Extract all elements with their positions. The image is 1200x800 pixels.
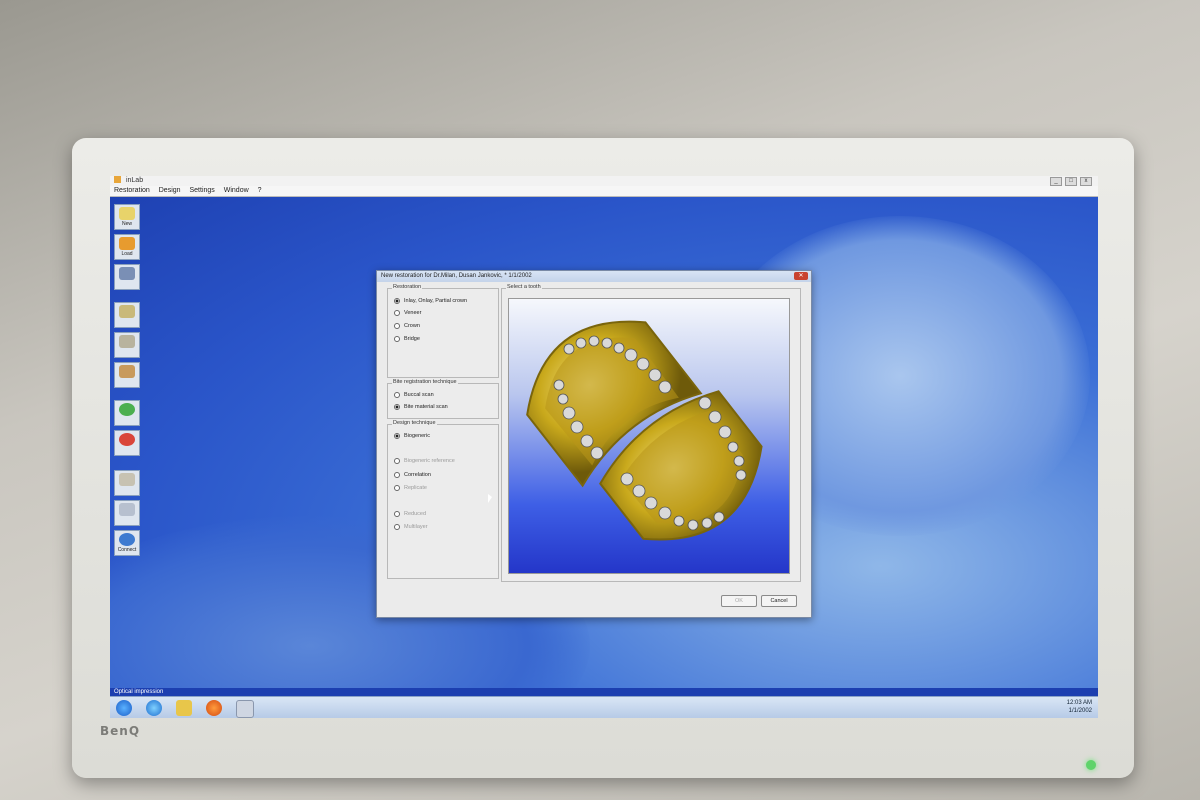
radio-biogeneric[interactable]: Biogeneric	[394, 433, 430, 439]
tool-button[interactable]	[114, 470, 140, 496]
save-button[interactable]	[114, 264, 140, 290]
radio-indicator	[394, 323, 400, 329]
tooth-model-viewport[interactable]	[508, 298, 790, 574]
radio-indicator	[394, 310, 400, 316]
select-tooth-legend: Select a tooth	[506, 284, 542, 290]
ok-button[interactable]: OK	[721, 595, 757, 607]
tooth-icon	[119, 365, 135, 378]
tool-button[interactable]	[114, 302, 140, 328]
radio-indicator	[394, 433, 400, 439]
media-player-icon[interactable]	[206, 700, 222, 716]
new-restoration-dialog: New restoration for Dr.Milan, Dusan Jank…	[376, 270, 812, 618]
disk-icon	[119, 267, 135, 280]
radio-indicator	[394, 511, 400, 517]
radio-indicator	[394, 298, 400, 304]
radio-indicator	[394, 472, 400, 478]
start-button[interactable]	[116, 700, 132, 716]
folder-icon	[119, 237, 135, 250]
jaw-model	[526, 320, 763, 541]
radio-indicator	[394, 485, 400, 491]
radio-replicate[interactable]: Replicate	[394, 485, 427, 491]
left-toolbar: New Load Connect	[112, 198, 142, 698]
inlab-taskbar-icon[interactable]	[236, 700, 254, 718]
restoration-legend: Restoration	[392, 284, 423, 290]
screen: inLab _ □ x Restoration Design Settings …	[110, 176, 1098, 718]
bite-registration-group: Bite registration technique Buccal scan …	[387, 379, 499, 419]
system-tray: 12:03 AM 1/1/2002	[1067, 699, 1092, 715]
forward-button[interactable]	[114, 400, 140, 426]
back-button[interactable]	[114, 430, 140, 456]
app-title: inLab	[125, 177, 144, 184]
app-titlebar: inLab _ □ x	[110, 176, 1098, 186]
tooth-icon	[119, 305, 135, 318]
radio-correlation[interactable]: Correlation	[394, 472, 431, 478]
design-technique-group: Design technique Biogeneric Biogeneric r…	[387, 420, 499, 579]
radio-buccal-scan[interactable]: Buccal scan	[394, 392, 434, 398]
dialog-title-bar: New restoration for Dr.Milan, Dusan Jank…	[377, 271, 811, 282]
tray-time[interactable]: 12:03 AM	[1067, 699, 1092, 707]
menu-restoration[interactable]: Restoration	[114, 187, 150, 194]
mouse-cursor	[488, 494, 492, 503]
globe-icon	[119, 533, 135, 546]
menu-bar: Restoration Design Settings Window ?	[110, 186, 1098, 197]
power-led	[1086, 760, 1096, 770]
radio-indicator	[394, 524, 400, 530]
bite-legend: Bite registration technique	[392, 379, 458, 385]
window-icon	[119, 503, 135, 516]
close-button[interactable]: x	[1080, 177, 1092, 186]
radio-bridge[interactable]: Bridge	[394, 336, 420, 342]
design-legend: Design technique	[392, 420, 437, 426]
menu-settings[interactable]: Settings	[190, 187, 215, 194]
radio-indicator	[394, 404, 400, 410]
connect-button[interactable]: Connect	[114, 530, 140, 556]
taskbar: 12:03 AM 1/1/2002	[110, 696, 1098, 718]
radio-bite-material-scan[interactable]: Bite material scan	[394, 404, 448, 410]
tooth-icon	[119, 335, 135, 348]
monitor-brand: BenQ	[100, 724, 141, 738]
radio-indicator	[394, 336, 400, 342]
radio-crown[interactable]: Crown	[394, 323, 420, 329]
radio-biogeneric-reference[interactable]: Biogeneric reference	[394, 458, 455, 464]
tool-button[interactable]	[114, 362, 140, 388]
load-button[interactable]: Load	[114, 234, 140, 260]
minimize-button[interactable]: _	[1050, 177, 1062, 186]
menu-window[interactable]: Window	[224, 187, 249, 194]
folder-icon[interactable]	[176, 700, 192, 716]
status-text: Optical impression	[114, 689, 164, 695]
new-button[interactable]: New	[114, 204, 140, 230]
tool-button[interactable]	[114, 500, 140, 526]
radio-indicator	[394, 458, 400, 464]
radio-multilayer[interactable]: Multilayer	[394, 524, 428, 530]
new-icon	[119, 207, 135, 220]
status-bar: Optical impression	[110, 688, 1098, 696]
scan-icon	[119, 473, 135, 486]
arrow-right-icon	[119, 403, 135, 416]
arrow-left-icon	[119, 433, 135, 446]
dialog-title: New restoration for Dr.Milan, Dusan Jank…	[381, 273, 532, 279]
app-icon	[114, 176, 121, 183]
internet-explorer-icon[interactable]	[146, 700, 162, 716]
restoration-group: Restoration Inlay, Onlay, Partial crown …	[387, 284, 499, 378]
radio-reduced[interactable]: Reduced	[394, 511, 426, 517]
tray-date: 1/1/2002	[1068, 708, 1092, 714]
radio-indicator	[394, 392, 400, 398]
radio-veneer[interactable]: Veneer	[394, 310, 421, 316]
menu-design[interactable]: Design	[159, 187, 181, 194]
menu-help[interactable]: ?	[258, 187, 262, 194]
maximize-button[interactable]: □	[1065, 177, 1077, 186]
radio-inlay-onlay[interactable]: Inlay, Onlay, Partial crown	[394, 298, 467, 304]
cancel-button[interactable]: Cancel	[761, 595, 797, 607]
dialog-close-button[interactable]: ✕	[794, 272, 808, 280]
tool-button[interactable]	[114, 332, 140, 358]
